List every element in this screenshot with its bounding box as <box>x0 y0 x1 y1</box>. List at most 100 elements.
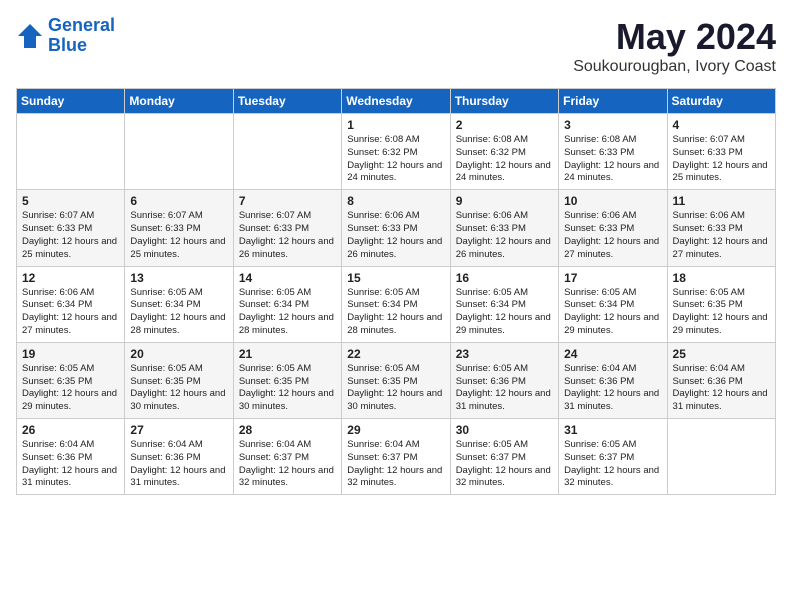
day-info: Sunrise: 6:07 AM Sunset: 6:33 PM Dayligh… <box>22 210 119 261</box>
day-info: Sunrise: 6:08 AM Sunset: 6:33 PM Dayligh… <box>564 134 661 185</box>
calendar-cell: 11 Sunrise: 6:06 AM Sunset: 6:33 PM Dayli… <box>667 190 775 266</box>
day-header-monday: Monday <box>125 89 233 114</box>
day-number: 23 <box>456 347 553 361</box>
location-title: Soukourougban, Ivory Coast <box>573 58 776 76</box>
calendar-cell: 3 Sunrise: 6:08 AM Sunset: 6:33 PM Daylig… <box>559 114 667 190</box>
calendar-cell: 28 Sunrise: 6:04 AM Sunset: 6:37 PM Dayli… <box>233 419 341 495</box>
day-number: 17 <box>564 271 661 285</box>
day-info: Sunrise: 6:04 AM Sunset: 6:36 PM Dayligh… <box>673 363 770 414</box>
day-number: 9 <box>456 194 553 208</box>
logo: General Blue <box>16 16 115 56</box>
calendar-cell <box>17 114 125 190</box>
day-number: 20 <box>130 347 227 361</box>
day-header-sunday: Sunday <box>17 89 125 114</box>
day-number: 29 <box>347 423 444 437</box>
day-number: 11 <box>673 194 770 208</box>
day-number: 19 <box>22 347 119 361</box>
calendar-cell: 16Sunrise: 6:05 AM Sunset: 6:34 PM Dayli… <box>450 266 558 342</box>
day-number: 26 <box>22 423 119 437</box>
logo-text: General Blue <box>48 16 115 56</box>
day-info: Sunrise: 6:07 AM Sunset: 6:33 PM Dayligh… <box>130 210 227 261</box>
day-info: Sunrise: 6:05 AM Sunset: 6:37 PM Dayligh… <box>564 439 661 490</box>
day-number: 27 <box>130 423 227 437</box>
calendar-cell: 19Sunrise: 6:05 AM Sunset: 6:35 PM Dayli… <box>17 342 125 418</box>
calendar-cell <box>125 114 233 190</box>
calendar-cell: 2 Sunrise: 6:08 AM Sunset: 6:32 PM Daylig… <box>450 114 558 190</box>
day-info: Sunrise: 6:04 AM Sunset: 6:36 PM Dayligh… <box>564 363 661 414</box>
day-info: Sunrise: 6:04 AM Sunset: 6:37 PM Dayligh… <box>347 439 444 490</box>
calendar-cell: 30Sunrise: 6:05 AM Sunset: 6:37 PM Dayli… <box>450 419 558 495</box>
calendar-cell: 13 Sunrise: 6:05 AM Sunset: 6:34 PM Dayli… <box>125 266 233 342</box>
calendar-cell: 1 Sunrise: 6:08 AM Sunset: 6:32 PM Daylig… <box>342 114 450 190</box>
calendar-cell: 6 Sunrise: 6:07 AM Sunset: 6:33 PM Daylig… <box>125 190 233 266</box>
calendar-cell: 23 Sunrise: 6:05 AM Sunset: 6:36 PM Dayli… <box>450 342 558 418</box>
day-info: Sunrise: 6:07 AM Sunset: 6:33 PM Dayligh… <box>673 134 770 185</box>
day-info: Sunrise: 6:06 AM Sunset: 6:33 PM Dayligh… <box>673 210 770 261</box>
title-block: May 2024 Soukourougban, Ivory Coast <box>573 16 776 76</box>
month-title: May 2024 <box>573 16 776 58</box>
day-number: 31 <box>564 423 661 437</box>
week-row-2: 5 Sunrise: 6:07 AM Sunset: 6:33 PM Daylig… <box>17 190 776 266</box>
day-info: Sunrise: 6:07 AM Sunset: 6:33 PM Dayligh… <box>239 210 336 261</box>
calendar-cell <box>233 114 341 190</box>
day-info: Sunrise: 6:06 AM Sunset: 6:34 PM Dayligh… <box>22 287 119 338</box>
day-info: Sunrise: 6:04 AM Sunset: 6:36 PM Dayligh… <box>22 439 119 490</box>
calendar-cell: 18Sunrise: 6:05 AM Sunset: 6:35 PM Dayli… <box>667 266 775 342</box>
day-header-tuesday: Tuesday <box>233 89 341 114</box>
day-info: Sunrise: 6:05 AM Sunset: 6:35 PM Dayligh… <box>239 363 336 414</box>
day-info: Sunrise: 6:05 AM Sunset: 6:34 PM Dayligh… <box>130 287 227 338</box>
calendar-cell: 29 Sunrise: 6:04 AM Sunset: 6:37 PM Dayli… <box>342 419 450 495</box>
calendar-cell: 24 Sunrise: 6:04 AM Sunset: 6:36 PM Dayli… <box>559 342 667 418</box>
day-info: Sunrise: 6:05 AM Sunset: 6:35 PM Dayligh… <box>673 287 770 338</box>
calendar-cell: 14 Sunrise: 6:05 AM Sunset: 6:34 PM Dayli… <box>233 266 341 342</box>
day-info: Sunrise: 6:05 AM Sunset: 6:34 PM Dayligh… <box>239 287 336 338</box>
day-info: Sunrise: 6:05 AM Sunset: 6:35 PM Dayligh… <box>130 363 227 414</box>
day-info: Sunrise: 6:05 AM Sunset: 6:34 PM Dayligh… <box>564 287 661 338</box>
day-header-wednesday: Wednesday <box>342 89 450 114</box>
calendar-cell: 7 Sunrise: 6:07 AM Sunset: 6:33 PM Daylig… <box>233 190 341 266</box>
day-number: 22 <box>347 347 444 361</box>
day-number: 2 <box>456 118 553 132</box>
page-header: General Blue May 2024 Soukourougban, Ivo… <box>16 16 776 76</box>
day-number: 21 <box>239 347 336 361</box>
logo-icon <box>16 22 44 50</box>
day-header-thursday: Thursday <box>450 89 558 114</box>
day-info: Sunrise: 6:08 AM Sunset: 6:32 PM Dayligh… <box>347 134 444 185</box>
calendar-cell: 15 Sunrise: 6:05 AM Sunset: 6:34 PM Dayli… <box>342 266 450 342</box>
calendar-cell <box>667 419 775 495</box>
day-number: 15 <box>347 271 444 285</box>
day-number: 5 <box>22 194 119 208</box>
day-info: Sunrise: 6:05 AM Sunset: 6:35 PM Dayligh… <box>347 363 444 414</box>
day-info: Sunrise: 6:05 AM Sunset: 6:37 PM Dayligh… <box>456 439 553 490</box>
week-row-1: 1 Sunrise: 6:08 AM Sunset: 6:32 PM Daylig… <box>17 114 776 190</box>
calendar-header-row: SundayMondayTuesdayWednesdayThursdayFrid… <box>17 89 776 114</box>
day-number: 28 <box>239 423 336 437</box>
day-number: 13 <box>130 271 227 285</box>
day-number: 3 <box>564 118 661 132</box>
day-info: Sunrise: 6:08 AM Sunset: 6:32 PM Dayligh… <box>456 134 553 185</box>
day-header-friday: Friday <box>559 89 667 114</box>
calendar-cell: 25Sunrise: 6:04 AM Sunset: 6:36 PM Dayli… <box>667 342 775 418</box>
calendar-cell: 31 Sunrise: 6:05 AM Sunset: 6:37 PM Dayli… <box>559 419 667 495</box>
week-row-3: 12Sunrise: 6:06 AM Sunset: 6:34 PM Dayli… <box>17 266 776 342</box>
day-number: 7 <box>239 194 336 208</box>
day-info: Sunrise: 6:04 AM Sunset: 6:37 PM Dayligh… <box>239 439 336 490</box>
calendar-cell: 17 Sunrise: 6:05 AM Sunset: 6:34 PM Dayli… <box>559 266 667 342</box>
week-row-5: 26 Sunrise: 6:04 AM Sunset: 6:36 PM Dayli… <box>17 419 776 495</box>
day-number: 16 <box>456 271 553 285</box>
day-info: Sunrise: 6:05 AM Sunset: 6:36 PM Dayligh… <box>456 363 553 414</box>
day-number: 1 <box>347 118 444 132</box>
calendar-cell: 5 Sunrise: 6:07 AM Sunset: 6:33 PM Daylig… <box>17 190 125 266</box>
calendar-cell: 10Sunrise: 6:06 AM Sunset: 6:33 PM Dayli… <box>559 190 667 266</box>
day-number: 14 <box>239 271 336 285</box>
day-number: 24 <box>564 347 661 361</box>
calendar-cell: 27Sunrise: 6:04 AM Sunset: 6:36 PM Dayli… <box>125 419 233 495</box>
week-row-4: 19 Sunrise: 6:05 AM Sunset: 6:35 PM Dayli… <box>17 342 776 418</box>
calendar-cell: 12Sunrise: 6:06 AM Sunset: 6:34 PM Dayli… <box>17 266 125 342</box>
day-number: 6 <box>130 194 227 208</box>
day-info: Sunrise: 6:06 AM Sunset: 6:33 PM Dayligh… <box>564 210 661 261</box>
day-info: Sunrise: 6:05 AM Sunset: 6:34 PM Dayligh… <box>347 287 444 338</box>
calendar-table: SundayMondayTuesdayWednesdayThursdayFrid… <box>16 88 776 495</box>
day-info: Sunrise: 6:06 AM Sunset: 6:33 PM Dayligh… <box>347 210 444 261</box>
calendar-cell: 8Sunrise: 6:06 AM Sunset: 6:33 PM Daylig… <box>342 190 450 266</box>
